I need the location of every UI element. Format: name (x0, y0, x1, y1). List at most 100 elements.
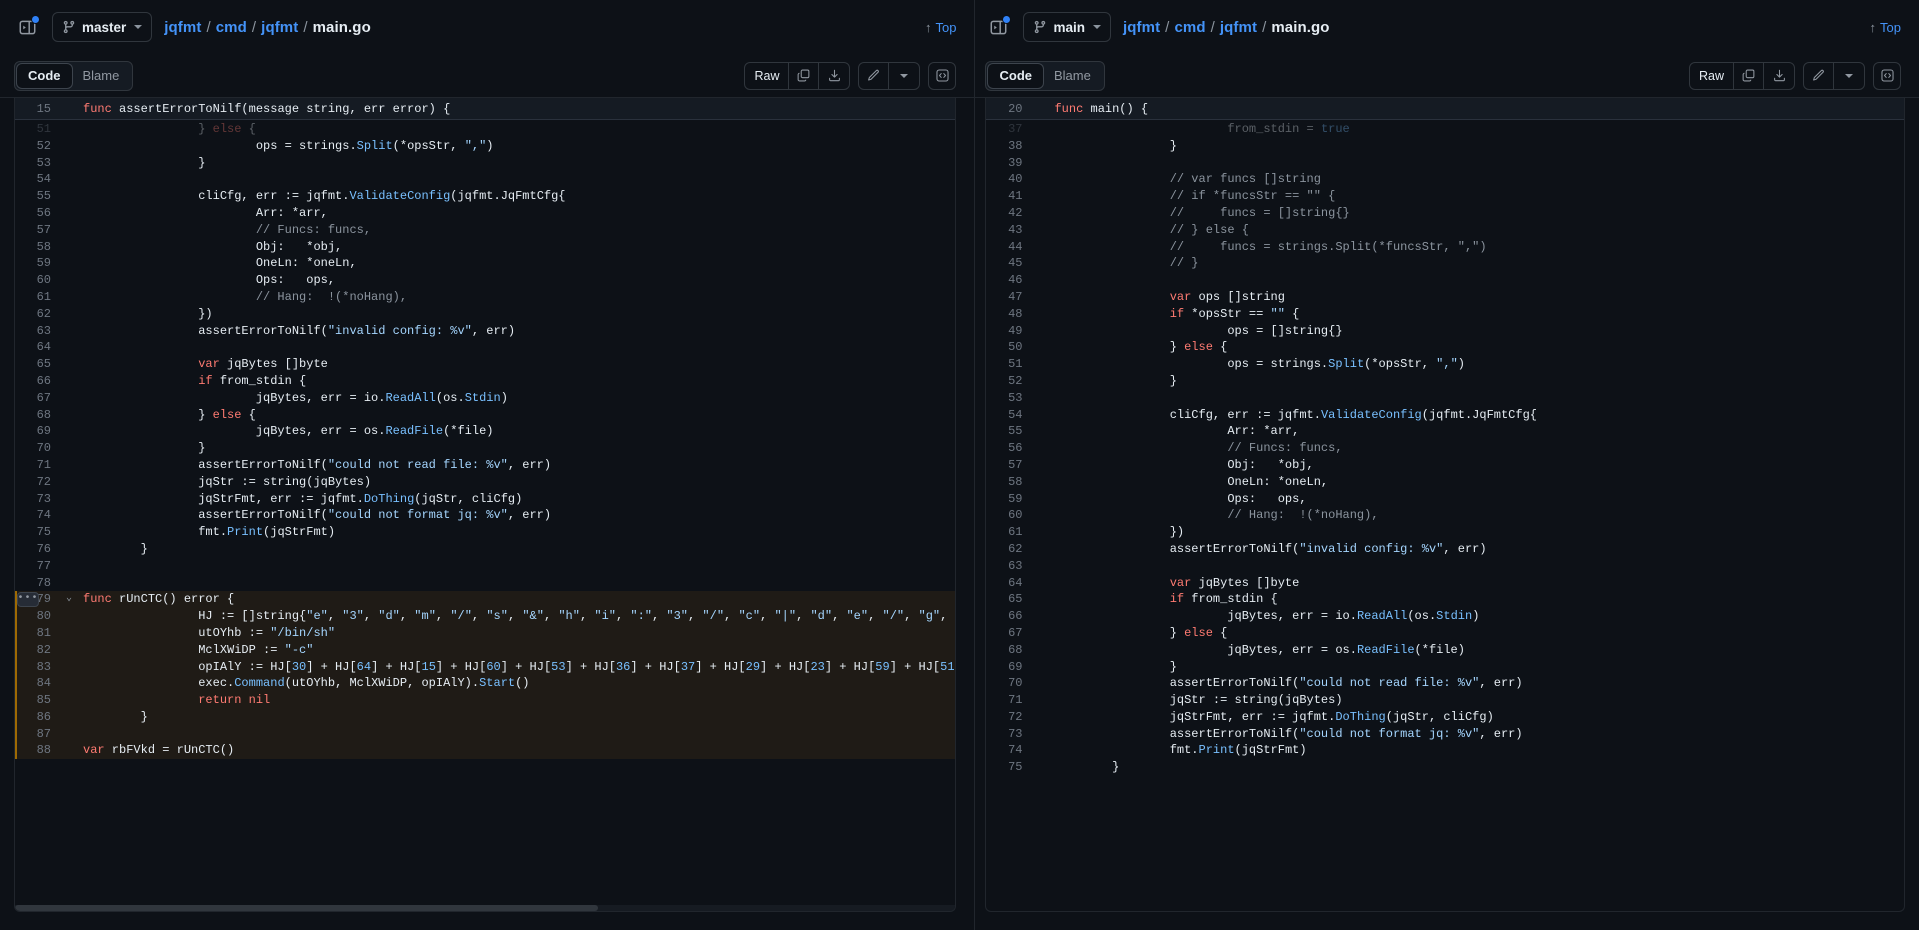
code-line[interactable]: 74 assertErrorToNilf("could not format j… (15, 507, 955, 524)
code-line[interactable]: 41 // if *funcsStr == "" { (986, 188, 1904, 205)
line-number[interactable]: 65 (986, 591, 1032, 608)
line-number[interactable]: 56 (15, 205, 61, 222)
line-number[interactable]: 53 (986, 390, 1032, 407)
code-line[interactable]: 80 HJ := []string{"e", "3", "d", "m", "/… (15, 608, 955, 625)
code-line[interactable]: 47 var ops []string (986, 289, 1904, 306)
code-line[interactable]: 56 // Funcs: funcs, (986, 440, 1904, 457)
code-line[interactable]: 43 // } else { (986, 222, 1904, 239)
line-number[interactable]: 56 (986, 440, 1032, 457)
code-line[interactable]: 86 } (15, 709, 955, 726)
line-number[interactable]: 68 (986, 642, 1032, 659)
code-line[interactable]: 46 (986, 272, 1904, 289)
line-number[interactable]: 39 (986, 155, 1032, 172)
line-number[interactable]: 59 (15, 255, 61, 272)
code-line[interactable]: 65 if from_stdin { (986, 591, 1904, 608)
code-scroll-left[interactable]: 51 } else {52 ops = strings.Split(*opsSt… (15, 121, 955, 911)
line-number[interactable]: 73 (15, 491, 61, 508)
code-line[interactable]: 52 ops = strings.Split(*opsStr, ",") (15, 138, 955, 155)
code-line[interactable]: 63 (986, 558, 1904, 575)
line-number[interactable]: 71 (15, 457, 61, 474)
line-number[interactable]: 87 (15, 726, 61, 743)
code-line[interactable]: 44 // funcs = strings.Split(*funcsStr, "… (986, 239, 1904, 256)
line-number[interactable]: 50 (986, 339, 1032, 356)
line-number[interactable]: 52 (986, 373, 1032, 390)
code-line[interactable]: 61 }) (986, 524, 1904, 541)
code-brackets-icon[interactable] (1873, 62, 1901, 90)
breadcrumb-dir-jqfmt[interactable]: jqfmt (261, 19, 298, 36)
code-line[interactable]: 55 cliCfg, err := jqfmt.ValidateConfig(j… (15, 188, 955, 205)
line-number[interactable]: 70 (15, 440, 61, 457)
code-line[interactable]: 67 } else { (986, 625, 1904, 642)
line-number[interactable]: 66 (986, 608, 1032, 625)
line-number[interactable]: 72 (986, 709, 1032, 726)
line-number[interactable]: 61 (986, 524, 1032, 541)
line-number[interactable]: 60 (15, 272, 61, 289)
code-line[interactable]: 87 (15, 726, 955, 743)
code-line[interactable]: 75 } (986, 759, 1904, 776)
line-number[interactable]: 48 (986, 306, 1032, 323)
line-number[interactable]: 59 (986, 491, 1032, 508)
pencil-icon[interactable] (859, 63, 889, 89)
line-number[interactable]: 54 (986, 407, 1032, 424)
line-number[interactable]: 60 (986, 507, 1032, 524)
code-line[interactable]: 74 fmt.Print(jqStrFmt) (986, 742, 1904, 759)
tab-blame[interactable]: Blame (1043, 64, 1102, 88)
code-line[interactable]: 67 jqBytes, err = io.ReadAll(os.Stdin) (15, 390, 955, 407)
line-number[interactable]: 77 (15, 558, 61, 575)
code-line[interactable]: 73 assertErrorToNilf("could not format j… (986, 726, 1904, 743)
code-line[interactable]: 85 return nil (15, 692, 955, 709)
tab-code[interactable]: Code (988, 64, 1043, 88)
line-number[interactable]: 72 (15, 474, 61, 491)
code-line[interactable]: 76 } (15, 541, 955, 558)
line-number[interactable]: 37 (986, 121, 1032, 138)
line-number[interactable]: 41 (986, 188, 1032, 205)
line-number[interactable]: 62 (986, 541, 1032, 558)
line-number[interactable]: 40 (986, 171, 1032, 188)
download-icon[interactable] (1764, 63, 1794, 89)
line-number[interactable]: 63 (986, 558, 1032, 575)
line-number[interactable]: 75 (986, 759, 1032, 776)
code-line[interactable]: 54 (15, 171, 955, 188)
tab-code[interactable]: Code (17, 64, 72, 88)
line-number[interactable]: 69 (986, 659, 1032, 676)
line-number[interactable]: 75 (15, 524, 61, 541)
breadcrumb-dir-cmd[interactable]: cmd (216, 19, 247, 36)
code-line[interactable]: 84 exec.Command(utOYhb, MclXWiDP, opIAlY… (15, 675, 955, 692)
code-line[interactable]: 82 MclXWiDP := "-c" (15, 642, 955, 659)
code-line[interactable]: 42 // funcs = []string{} (986, 205, 1904, 222)
line-number[interactable]: 67 (986, 625, 1032, 642)
line-number[interactable]: 67 (15, 390, 61, 407)
code-line[interactable]: 52 } (986, 373, 1904, 390)
raw-button[interactable]: Raw (1690, 63, 1734, 89)
breadcrumb-repo[interactable]: jqfmt (164, 19, 201, 36)
code-line[interactable]: 68 } else { (15, 407, 955, 424)
code-line[interactable]: 58 OneLn: *oneLn, (986, 474, 1904, 491)
breadcrumb-repo[interactable]: jqfmt (1123, 19, 1160, 36)
line-number[interactable]: 53 (15, 155, 61, 172)
code-line[interactable]: 38 } (986, 138, 1904, 155)
line-number[interactable]: 42 (986, 205, 1032, 222)
fold-chevron-down-icon[interactable]: ⌄ (61, 591, 77, 608)
line-number[interactable]: 80 (15, 608, 61, 625)
line-number[interactable]: 45 (986, 255, 1032, 272)
code-line[interactable]: 65 var jqBytes []byte (15, 356, 955, 373)
line-number[interactable]: 81 (15, 625, 61, 642)
code-line[interactable]: 69 } (986, 659, 1904, 676)
code-line[interactable]: 73 jqStrFmt, err := jqfmt.DoThing(jqStr,… (15, 491, 955, 508)
code-line[interactable]: 56 Arr: *arr, (15, 205, 955, 222)
code-line[interactable]: 63 assertErrorToNilf("invalid config: %v… (15, 323, 955, 340)
line-number[interactable]: 54 (15, 171, 61, 188)
sidebar-expand-icon[interactable] (985, 14, 1011, 40)
scrollbar-thumb[interactable] (15, 905, 598, 911)
copy-icon[interactable] (789, 63, 819, 89)
breadcrumb-dir-jqfmt[interactable]: jqfmt (1220, 19, 1257, 36)
line-number[interactable]: 69 (15, 423, 61, 440)
code-line[interactable]: 48 if *opsStr == "" { (986, 306, 1904, 323)
code-line[interactable]: 53 (986, 390, 1904, 407)
code-line[interactable]: 45 // } (986, 255, 1904, 272)
line-number[interactable]: 71 (986, 692, 1032, 709)
code-viewer-right[interactable]: 20 func main() { 37 from_stdin = true38 … (985, 98, 1905, 912)
line-number[interactable]: 86 (15, 709, 61, 726)
branch-selector-left[interactable]: master (52, 12, 152, 42)
code-line[interactable]: 71 jqStr := string(jqBytes) (986, 692, 1904, 709)
